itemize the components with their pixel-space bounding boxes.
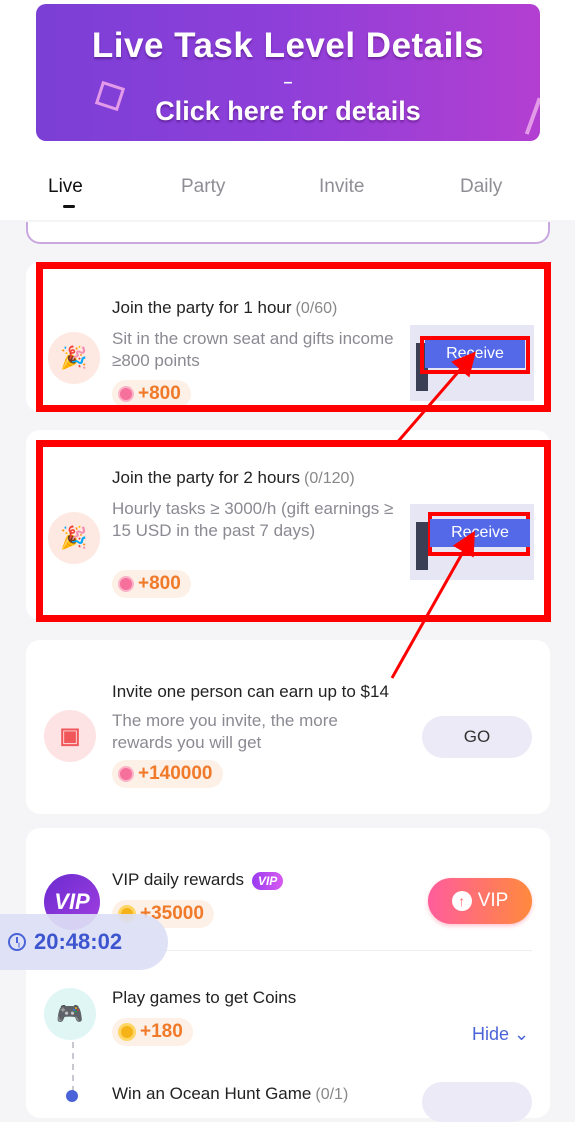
hide-toggle[interactable]: Hide ⌄ [472, 1024, 529, 1045]
receive-button[interactable]: Receive [430, 519, 530, 547]
tab-live[interactable]: Live [48, 176, 83, 198]
task-title: Join the party for 2 hours (0/120) [112, 468, 355, 488]
vip-button-label: VIP [477, 890, 509, 911]
task-description: Sit in the crown seat and gifts income ≥… [112, 329, 394, 370]
tab-invite[interactable]: Invite [319, 176, 364, 198]
clock-icon [8, 933, 26, 951]
reward-badge: +140000 [112, 760, 223, 788]
task-title: Join the party for 1 hour (0/60) [112, 298, 337, 318]
vip-button[interactable]: ↑ VIP [428, 878, 532, 924]
banner-dash: – [283, 74, 293, 91]
vip-title: VIP daily rewards VIP [112, 870, 284, 890]
tab-party[interactable]: Party [181, 176, 225, 198]
ocean-hunt-title: Win an Ocean Hunt Game (0/1) [112, 1084, 348, 1104]
arrow-up-icon: ↑ [451, 891, 472, 911]
task-tabs: Live Party Invite Daily [0, 166, 575, 210]
party-popper-icon: 🎉 [48, 512, 100, 564]
vip-badge: VIP [251, 871, 284, 890]
ocean-progress: (0/1) [315, 1086, 349, 1103]
reward-amount: +800 [138, 383, 181, 404]
level-details-banner[interactable]: Live Task Level Details – Click here for… [36, 4, 540, 141]
party-popper-icon: 🎉 [48, 332, 100, 384]
gamepad-icon: 🎮 [44, 988, 96, 1040]
reward-badge: +800 [112, 380, 191, 408]
timeline-line [72, 1042, 74, 1092]
gift-box-icon: ▣ [44, 710, 96, 762]
diamond-coin-icon [118, 766, 134, 782]
games-title: Play games to get Coins [112, 988, 297, 1007]
vip-title-text: VIP daily rewards [112, 870, 244, 889]
timeline-dot [66, 1090, 78, 1102]
dark-strip [416, 522, 428, 570]
header-area: Live Task Level Details – Click here for… [0, 0, 575, 220]
ocean-title-text: Win an Ocean Hunt Game [112, 1084, 312, 1103]
task-title-text: Join the party for 1 hour [112, 298, 292, 317]
ocean-hunt-button[interactable] [422, 1082, 532, 1122]
task-progress: (0/120) [304, 470, 355, 487]
previous-card-edge [26, 222, 550, 244]
receive-button[interactable]: Receive [425, 340, 525, 368]
invite-title: Invite one person can earn up to $14 [112, 682, 389, 701]
invite-description: The more you invite, the more rewards yo… [112, 711, 338, 752]
task-title-text: Join the party for 2 hours [112, 468, 301, 487]
banner-subtitle: Click here for details [155, 96, 421, 126]
floating-clock[interactable]: 20:48:02 [0, 914, 168, 970]
tab-daily[interactable]: Daily [460, 176, 502, 198]
reward-amount: +180 [140, 1021, 183, 1042]
reward-amount: +140000 [138, 763, 213, 784]
diamond-coin-icon [118, 576, 134, 592]
reward-amount: +800 [138, 573, 181, 594]
hide-label: Hide [472, 1024, 510, 1044]
clock-time: 20:48:02 [34, 929, 123, 954]
banner-title: Live Task Level Details [91, 26, 485, 65]
reward-badge: +800 [112, 570, 191, 598]
diamond-coin-icon [118, 386, 134, 402]
task-progress: (0/60) [295, 300, 338, 317]
reward-badge: +180 [112, 1018, 193, 1046]
gold-coin-icon [118, 1023, 136, 1041]
task-description: Hourly tasks ≥ 3000/h (gift earnings ≥ 1… [112, 499, 394, 540]
chevron-down-icon: ⌄ [514, 1024, 530, 1044]
active-tab-indicator [63, 205, 75, 208]
go-button[interactable]: GO [422, 716, 532, 758]
daily-rewards-card [26, 828, 550, 1118]
